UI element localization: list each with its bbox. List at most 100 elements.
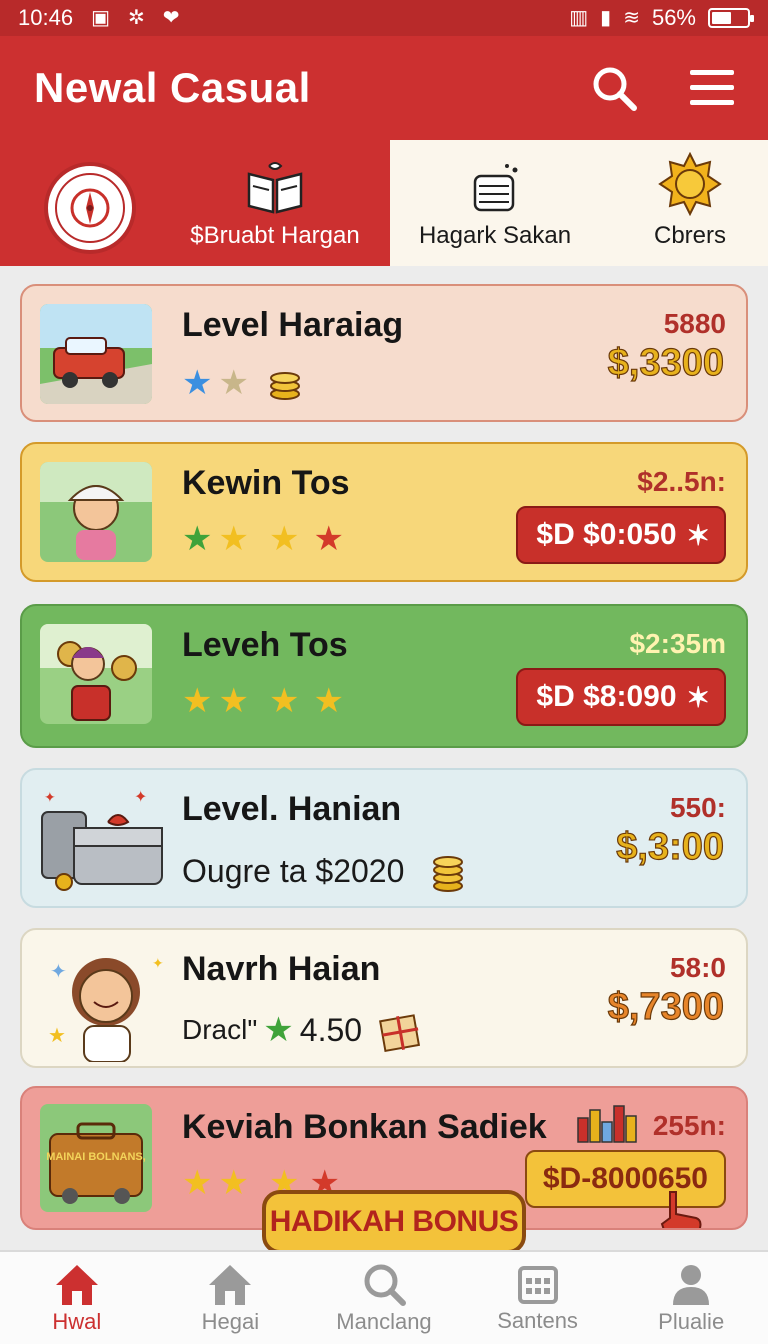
worker-character-thumbnail	[40, 462, 152, 562]
nav-label: Manclang	[336, 1309, 432, 1334]
category-tabs: $Bruabt Hargan Hagark Sakan Cbrers	[0, 140, 768, 266]
level-title: Navrh Haian	[182, 950, 381, 988]
open-book-icon	[247, 162, 303, 214]
star-icon: ★	[218, 682, 249, 720]
bonus-suitcase-thumbnail: MAINAI BOLNANS,	[40, 1104, 152, 1212]
level-reward-count: $2..5n:	[637, 466, 726, 497]
level-subtitle-value: 4.50	[299, 1011, 363, 1048]
level-subtitle-prefix: Dracl"	[182, 1014, 258, 1045]
star-icon: ★	[182, 1164, 213, 1202]
delivery-character-thumbnail	[40, 624, 152, 724]
nav-label: Plualie	[658, 1309, 725, 1334]
level-title: Level Haraiag	[182, 306, 404, 344]
star-icon: ★	[218, 1164, 249, 1202]
vibrate-icon: ▥	[569, 7, 589, 29]
level-subtitle-row: Ougre ta $2020	[182, 848, 468, 894]
level-card[interactable]: Kewin Tos ★ ★ ★ ★ $2..5n: $D $0:050 ✶	[20, 442, 748, 582]
nav-item-hegai[interactable]: Hegai	[154, 1252, 308, 1344]
sparkle-icon: ✶	[686, 519, 710, 551]
status-bar: 10:46 ▣ ✲ ❤ ▥ ▮ ≋ 56%	[0, 0, 768, 36]
level-subtitle: Ougre ta $2020	[182, 852, 405, 889]
level-card[interactable]: ✦ ✦ Level. Hanian Ougre ta $2020 550: $,…	[20, 768, 748, 908]
nav-label: Hegai	[201, 1309, 260, 1334]
rating-row: ★ ★	[182, 364, 305, 402]
level-card[interactable]: Level Haraiag ★ ★ 5880 $,3300	[20, 284, 748, 422]
claim-reward-button[interactable]: $D $0:050 ✶	[516, 506, 726, 564]
thumb-text: MAINAI BOLNANS,	[46, 1151, 146, 1163]
rating-row: ★ ★ ★ ★	[182, 684, 344, 718]
level-title: Keviah Bonkan Sadiek	[182, 1108, 547, 1146]
bonus-button[interactable]: HADIKAH BONUS	[262, 1190, 526, 1254]
star-icon: ★	[313, 682, 344, 720]
nav-label: Hwal	[52, 1309, 102, 1334]
girl-character-thumbnail: ✦ ✦ ★	[40, 938, 174, 1062]
star-icon: ★	[268, 682, 300, 720]
signal-icon: ▮	[600, 7, 612, 29]
bottom-navigation: Hwal Hegai Manclang Santens Plualie	[0, 1250, 768, 1344]
claim-reward-label: $D $0:050	[536, 518, 677, 551]
star-icon: ★	[218, 520, 249, 558]
app-logo-badge[interactable]	[44, 162, 136, 254]
level-card[interactable]: ✦ ✦ ★ Navrh Haian Dracl" ★ 4.50 58:0 $,7…	[20, 928, 748, 1068]
level-reward-count: 550:	[669, 792, 726, 823]
svg-text:★: ★	[48, 1025, 66, 1047]
city-skyline-icon	[577, 1105, 637, 1143]
claim-reward-button[interactable]: $D $8:090 ✶	[516, 668, 726, 726]
battery-percent: 56%	[651, 5, 696, 30]
level-title: Leveh Tos	[182, 626, 348, 664]
level-title: Level. Hanian	[182, 790, 402, 828]
svg-text:✦: ✦	[50, 961, 67, 983]
app-title: Newal Casual	[34, 64, 311, 111]
app-header: Newal Casual	[0, 36, 768, 140]
notification-icon: ▣	[91, 7, 110, 29]
star-icon: ★	[182, 682, 213, 720]
level-reward-amount: $,7300	[607, 985, 724, 1028]
pointing-hand-icon	[660, 1191, 702, 1228]
nav-item-hwal[interactable]: Hwal	[0, 1252, 154, 1344]
tab-bruabt-hargan[interactable]: $Bruabt Hargan	[180, 140, 370, 266]
level-subtitle-row: Dracl" ★ 4.50	[182, 1008, 422, 1052]
level-reward-amount: $,3:00	[616, 825, 725, 868]
home-icon	[55, 1265, 98, 1305]
basket-icon	[473, 164, 518, 212]
heart-icon: ❤	[162, 7, 180, 29]
search-icon	[593, 67, 637, 111]
menu-button[interactable]	[686, 62, 738, 114]
svg-text:✦: ✦	[44, 789, 56, 805]
wifi-icon: ≋	[623, 7, 640, 29]
star-icon: ★	[182, 520, 213, 558]
level-card[interactable]: Leveh Tos ★ ★ ★ ★ $2:35m $D $8:090 ✶	[20, 604, 748, 748]
svg-text:✦: ✦	[134, 789, 147, 806]
coin-stack-icon	[269, 372, 300, 400]
star-icon: ★	[182, 364, 213, 402]
claim-reward-label: $D $8:090	[536, 680, 677, 713]
settings-gear-icon: ✲	[127, 7, 145, 29]
nav-label: Santens	[497, 1308, 578, 1333]
tab-hagark-sakan[interactable]: Hagark Sakan	[410, 140, 580, 266]
compass-needle-icon	[70, 188, 110, 228]
level-reward-count: 58:0	[669, 952, 726, 983]
hamburger-menu-icon	[690, 70, 734, 105]
level-reward-amount: $,3300	[607, 341, 724, 384]
tab-label: $Bruabt Hargan	[190, 222, 360, 249]
level-reward-count: 255n:	[652, 1110, 726, 1141]
tab-cbrers[interactable]: Cbrers	[620, 140, 760, 266]
search-button[interactable]	[588, 62, 640, 114]
profile-icon	[673, 1265, 710, 1305]
nav-item-santens[interactable]: Santens	[461, 1252, 615, 1344]
calendar-icon	[517, 1266, 558, 1304]
star-icon: ★	[263, 1011, 294, 1049]
coin-stack-icon	[433, 856, 464, 892]
status-time: 10:46	[18, 5, 74, 30]
nav-item-plualie[interactable]: Plualie	[614, 1252, 768, 1344]
treasure-chest-thumbnail: ✦ ✦	[34, 782, 174, 898]
level-reward-count: 5880	[663, 308, 726, 339]
rating-row: ★ ★ ★ ★	[182, 522, 344, 556]
battery-icon	[708, 8, 754, 28]
nav-item-manclang[interactable]: Manclang	[307, 1252, 461, 1344]
gift-box-icon	[379, 1014, 421, 1052]
search-icon	[364, 1264, 406, 1306]
level-reward-count: $2:35m	[629, 628, 726, 659]
tab-label: Hagark Sakan	[418, 222, 572, 249]
car-thumbnail	[40, 304, 152, 404]
